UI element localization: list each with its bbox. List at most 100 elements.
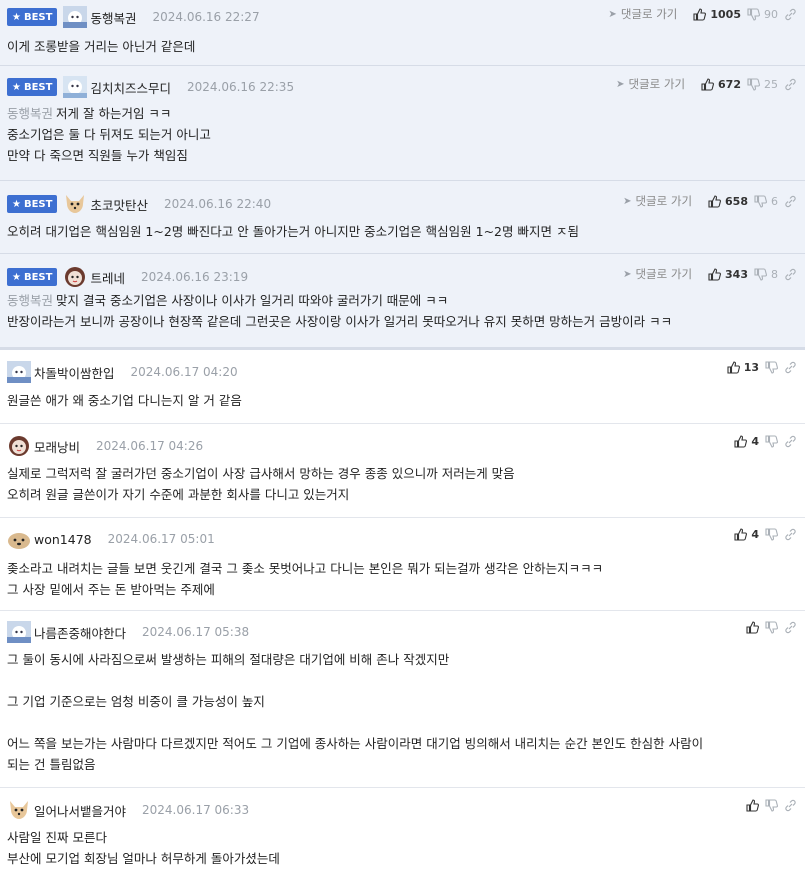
- thumbs-up-icon: [734, 435, 748, 448]
- downvote-button[interactable]: [765, 799, 778, 812]
- avatar[interactable]: [7, 435, 31, 457]
- comment-actions: [746, 799, 797, 812]
- comment-item: 나름존중해야한다 2024.06.17 05:38 그 둘이 동시에 사라짐으로…: [0, 611, 805, 788]
- comment-actions: ➤ 댓글로 가기 658 6: [623, 193, 797, 209]
- comment-actions: ➤ 댓글로 가기 343 8: [623, 266, 797, 282]
- thumbs-down-icon: [765, 621, 778, 634]
- upvote-button[interactable]: 658: [708, 195, 748, 208]
- go-to-reply-link[interactable]: ➤ 댓글로 가기: [623, 193, 692, 209]
- avatar[interactable]: [7, 621, 31, 643]
- nickname[interactable]: 일어나서뱉을거야: [34, 801, 126, 820]
- comment-date: 2024.06.17 05:38: [142, 625, 250, 639]
- link-icon[interactable]: [784, 799, 797, 812]
- thumbs-up-icon: [701, 77, 715, 91]
- comment-date: 2024.06.16 22:35: [186, 80, 295, 94]
- comment-header: ★ BEST 트레네 2024.06.16 23:19 ➤ 댓글로 가기 343 8: [7, 266, 805, 288]
- thumbs-up-icon: [746, 799, 759, 812]
- nickname[interactable]: won1478: [34, 532, 92, 547]
- avatar[interactable]: [63, 6, 88, 28]
- comment-line: 실제로 그럭저럭 잘 굴러가던 중소기업이 사장 급사해서 망하는 경우 종종 …: [7, 466, 515, 481]
- thumbs-up-icon: [734, 528, 748, 541]
- link-icon[interactable]: [784, 8, 797, 21]
- avatar[interactable]: [7, 799, 31, 821]
- thumbs-down-icon: [765, 361, 778, 374]
- downvote-count: 90: [764, 7, 778, 21]
- nickname[interactable]: 차돌박이쌈한입: [34, 363, 115, 382]
- upvote-button[interactable]: [746, 799, 759, 812]
- downvote-count: 25: [764, 77, 778, 91]
- link-icon[interactable]: [784, 621, 797, 634]
- best-badge: ★ BEST: [7, 268, 58, 286]
- upvote-button[interactable]: 1005: [693, 8, 741, 21]
- link-icon[interactable]: [784, 435, 797, 448]
- mention-tag[interactable]: 동행복권: [7, 293, 53, 308]
- comment-item: 모래낭비 2024.06.17 04:26 4 실제로 그럭저럭 잘 굴러가던 …: [0, 424, 805, 518]
- comment-line: 그 사장 밑에서 주는 돈 받아먹는 주제에: [7, 582, 215, 597]
- upvote-button[interactable]: 672: [701, 78, 741, 91]
- mention-tag[interactable]: 동행복권: [7, 106, 53, 121]
- comment-date: 2024.06.17 04:26: [96, 439, 204, 453]
- link-icon[interactable]: [784, 268, 797, 281]
- link-icon[interactable]: [784, 195, 797, 208]
- comment-actions: [746, 621, 797, 634]
- avatar[interactable]: [63, 193, 87, 215]
- comment-body: 실제로 그럭저럭 잘 굴러가던 중소기업이 사장 급사해서 망하는 경우 종종 …: [7, 463, 805, 505]
- comment-item: ★ BEST 김치치즈스무디 2024.06.16 22:35 ➤ 댓글로 가기 6…: [0, 66, 805, 181]
- thumbs-up-icon: [727, 361, 740, 374]
- comment-item: ★ BEST 동행복권 2024.06.16 22:27 ➤ 댓글로 가기 1005…: [0, 0, 805, 66]
- comment-header: 나름존중해야한다 2024.06.17 05:38: [7, 621, 805, 643]
- downvote-button[interactable]: [765, 621, 778, 634]
- downvote-button[interactable]: 90: [747, 8, 778, 21]
- downvote-count: 6: [771, 194, 778, 208]
- nickname[interactable]: 모래낭비: [34, 437, 80, 456]
- downvote-button[interactable]: [765, 435, 778, 448]
- upvote-button[interactable]: [746, 621, 759, 634]
- go-to-reply-link[interactable]: ➤ 댓글로 가기: [623, 266, 692, 282]
- send-arrow-icon: ➤: [608, 8, 617, 20]
- upvote-button[interactable]: 4: [734, 528, 759, 541]
- comment-date: 2024.06.16 22:40: [163, 197, 272, 211]
- nickname[interactable]: 동행복권: [90, 8, 136, 27]
- avatar[interactable]: [63, 76, 88, 98]
- comment-header: won1478 2024.06.17 05:01 4: [7, 528, 805, 550]
- upvote-button[interactable]: 343: [708, 268, 748, 281]
- nickname[interactable]: 나름존중해야한다: [34, 623, 126, 642]
- thumbs-down-icon: [765, 435, 778, 448]
- comment-item: ★ BEST 트레네 2024.06.16 23:19 ➤ 댓글로 가기 343 8…: [0, 254, 805, 348]
- downvote-button[interactable]: 25: [747, 78, 778, 91]
- comment-line: 어느 쪽을 보는가는 사람마다 다르겠지만 적어도 그 기업에 종사하는 사람이…: [7, 736, 704, 751]
- avatar[interactable]: [63, 266, 87, 288]
- upvote-count: 343: [725, 267, 748, 281]
- comment-header: ★ BEST 김치치즈스무디 2024.06.16 22:35 ➤ 댓글로 가기 6…: [7, 76, 805, 98]
- comment-body: 동행복권 저게 잘 하는거임 ㅋㅋ 중소기업은 둘 다 뒤져도 되는거 아니고 만…: [7, 103, 805, 166]
- comment-item: won1478 2024.06.17 05:01 4 좆소라고 내려치는 글들 …: [0, 518, 805, 611]
- link-icon[interactable]: [784, 78, 797, 91]
- comment-date: 2024.06.17 04:20: [130, 365, 238, 379]
- upvote-button[interactable]: 4: [734, 435, 759, 448]
- comment-line: 부산에 모기업 회장님 얼마나 허무하게 돌아가셨는데: [7, 851, 280, 866]
- comment-line: 그 둘이 동시에 사라짐으로써 발생하는 피해의 절대량은 대기업에 비해 존나…: [7, 652, 450, 667]
- avatar[interactable]: [7, 528, 31, 550]
- downvote-button[interactable]: [765, 361, 778, 374]
- link-icon[interactable]: [784, 528, 797, 541]
- comment-date: 2024.06.17 06:33: [142, 803, 250, 817]
- comment-actions: 4: [734, 528, 797, 541]
- nickname[interactable]: 트레네: [90, 268, 125, 287]
- nickname[interactable]: 초코맛탄산: [90, 195, 148, 214]
- avatar[interactable]: [7, 361, 31, 383]
- thumbs-down-icon: [765, 799, 778, 812]
- go-to-reply-link[interactable]: ➤ 댓글로 가기: [608, 6, 677, 22]
- downvote-button[interactable]: 6: [754, 195, 778, 208]
- downvote-button[interactable]: [765, 528, 778, 541]
- upvote-count: 13: [743, 361, 759, 374]
- comment-line: 중소기업은 둘 다 뒤져도 되는거 아니고: [7, 127, 211, 142]
- downvote-button[interactable]: 8: [754, 268, 778, 281]
- go-to-reply-link[interactable]: ➤ 댓글로 가기: [616, 76, 685, 92]
- thumbs-up-icon: [693, 7, 707, 21]
- comment-blank-line: [7, 712, 795, 733]
- comment-actions: ➤ 댓글로 가기 672 25: [616, 76, 797, 92]
- upvote-count: 672: [718, 77, 741, 91]
- upvote-button[interactable]: 13: [727, 361, 759, 374]
- nickname[interactable]: 김치치즈스무디: [90, 78, 171, 97]
- link-icon[interactable]: [784, 361, 797, 374]
